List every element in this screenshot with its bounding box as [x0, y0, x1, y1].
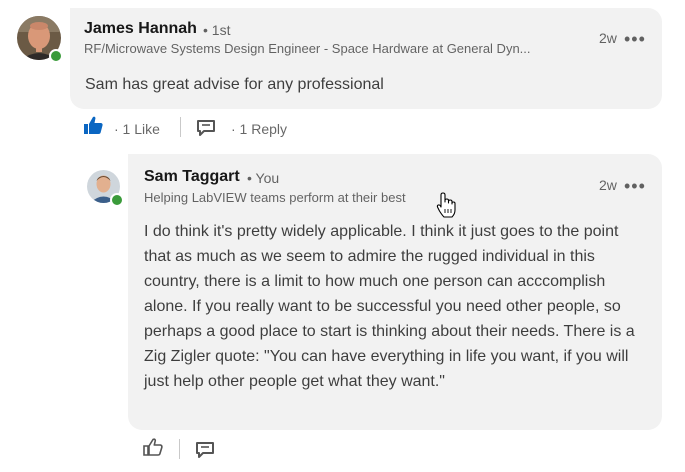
- reply-author-degree: • You: [247, 170, 280, 186]
- reply-timestamp: 2w: [599, 177, 617, 193]
- comment-text: Sam has great advise for any professiona…: [85, 76, 384, 93]
- thumbs-up-outline-icon[interactable]: [143, 438, 163, 456]
- comment-like-count[interactable]: · 1 Like: [114, 121, 160, 137]
- online-status-indicator: [49, 49, 63, 63]
- comment-timestamp: 2w: [599, 30, 617, 46]
- comment-author-headline: RF/Microwave Systems Design Engineer - S…: [84, 41, 531, 56]
- comment-author-name[interactable]: James Hannah: [84, 20, 197, 38]
- reply-author-name[interactable]: Sam Taggart: [144, 168, 240, 186]
- thumbs-up-icon[interactable]: [83, 116, 103, 134]
- speech-bubble-icon[interactable]: [195, 442, 215, 458]
- reply-text: I do think it's pretty widely applicable…: [144, 223, 635, 390]
- comment-reply-count[interactable]: · 1 Reply: [231, 121, 287, 137]
- speech-bubble-icon[interactable]: [196, 120, 216, 136]
- reply-author-headline: Helping LabVIEW teams perform at their b…: [144, 190, 406, 205]
- hand-pointer-icon: [436, 192, 456, 218]
- action-divider: [179, 439, 180, 459]
- comment-more-options-icon[interactable]: •••: [624, 30, 646, 48]
- action-divider: [180, 117, 181, 137]
- connection-degree: • 1st: [203, 22, 231, 38]
- online-status-indicator: [110, 193, 124, 207]
- reply-more-options-icon[interactable]: •••: [624, 177, 646, 195]
